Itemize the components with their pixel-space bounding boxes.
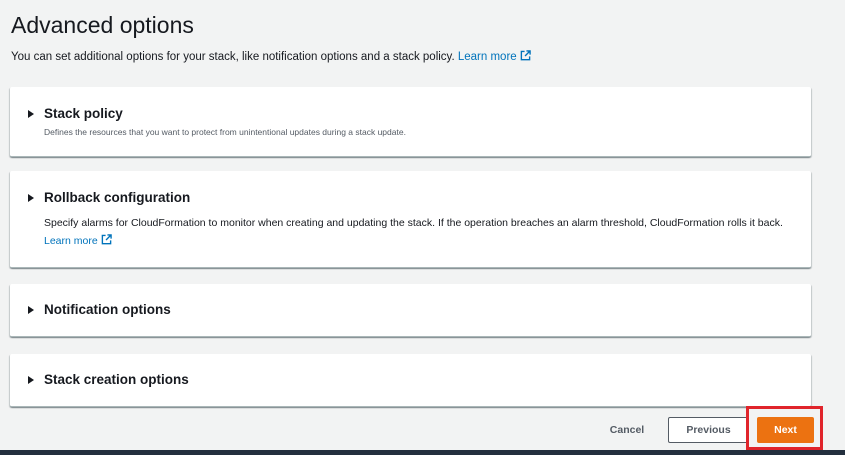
rollback-configuration-title: Rollback configuration — [44, 190, 191, 205]
previous-button[interactable]: Previous — [668, 417, 749, 443]
caret-right-icon — [28, 109, 34, 118]
stack-creation-options-title: Stack creation options — [44, 372, 189, 387]
rollback-configuration-panel: Rollback configuration Specify alarms fo… — [10, 171, 811, 268]
rollback-configuration-toggle[interactable]: Rollback configuration — [10, 171, 811, 205]
page-description-text: You can set additional options for your … — [11, 51, 455, 63]
stack-policy-panel: Stack policy Defines the resources that … — [10, 87, 811, 157]
stack-creation-options-toggle[interactable]: Stack creation options — [10, 354, 811, 405]
external-link-icon — [101, 234, 112, 245]
caret-right-icon — [28, 305, 34, 314]
cancel-button[interactable]: Cancel — [600, 417, 654, 443]
caret-right-icon — [28, 193, 34, 202]
stack-creation-options-panel: Stack creation options — [10, 354, 811, 407]
stack-policy-description: Defines the resources that you want to p… — [44, 127, 406, 137]
learn-more-link[interactable]: Learn more — [458, 50, 531, 63]
bottom-bar — [0, 450, 845, 455]
rollback-description-text: Specify alarms for CloudFormation to mon… — [44, 217, 783, 229]
external-link-icon — [520, 50, 531, 61]
stack-policy-title: Stack policy — [44, 106, 123, 121]
notification-options-toggle[interactable]: Notification options — [10, 284, 811, 335]
rollback-configuration-description: Specify alarms for CloudFormation to mon… — [10, 214, 811, 250]
rollback-learn-more-link[interactable]: Learn more — [44, 234, 112, 247]
notification-options-panel: Notification options — [10, 284, 811, 337]
notification-options-title: Notification options — [44, 302, 171, 317]
page-title: Advanced options — [11, 12, 194, 38]
page-description: You can set additional options for your … — [11, 50, 531, 63]
caret-right-icon — [28, 375, 34, 384]
next-button[interactable]: Next — [757, 417, 814, 443]
stack-policy-toggle[interactable]: Stack policy — [10, 87, 811, 121]
